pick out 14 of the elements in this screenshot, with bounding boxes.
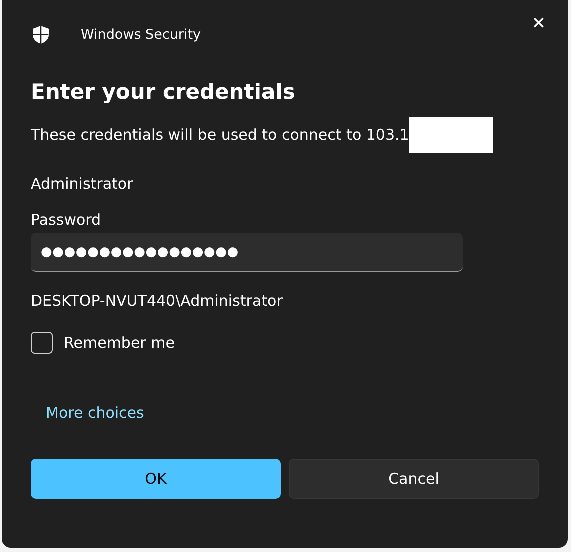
close-button[interactable]: ✕ [524, 10, 554, 38]
shield-icon [31, 25, 51, 45]
password-label: Password [31, 211, 102, 229]
remember-checkbox[interactable] [31, 332, 53, 354]
description-text: These credentials will be used to connect to 103.1 [31, 126, 410, 144]
ok-button[interactable]: OK [31, 459, 281, 499]
account-text: DESKTOP-NVUT440\Administrator [31, 292, 284, 310]
cancel-button[interactable]: Cancel [289, 459, 539, 499]
username-text: Administrator [31, 175, 134, 193]
dialog-heading: Enter your credentials [31, 80, 296, 104]
remember-label[interactable]: Remember me [64, 334, 175, 352]
password-field[interactable]: ●●●●●●●●●●●●●●●●● [31, 233, 463, 272]
window-title: Windows Security [81, 27, 201, 43]
more-choices-link[interactable]: More choices [46, 404, 144, 422]
